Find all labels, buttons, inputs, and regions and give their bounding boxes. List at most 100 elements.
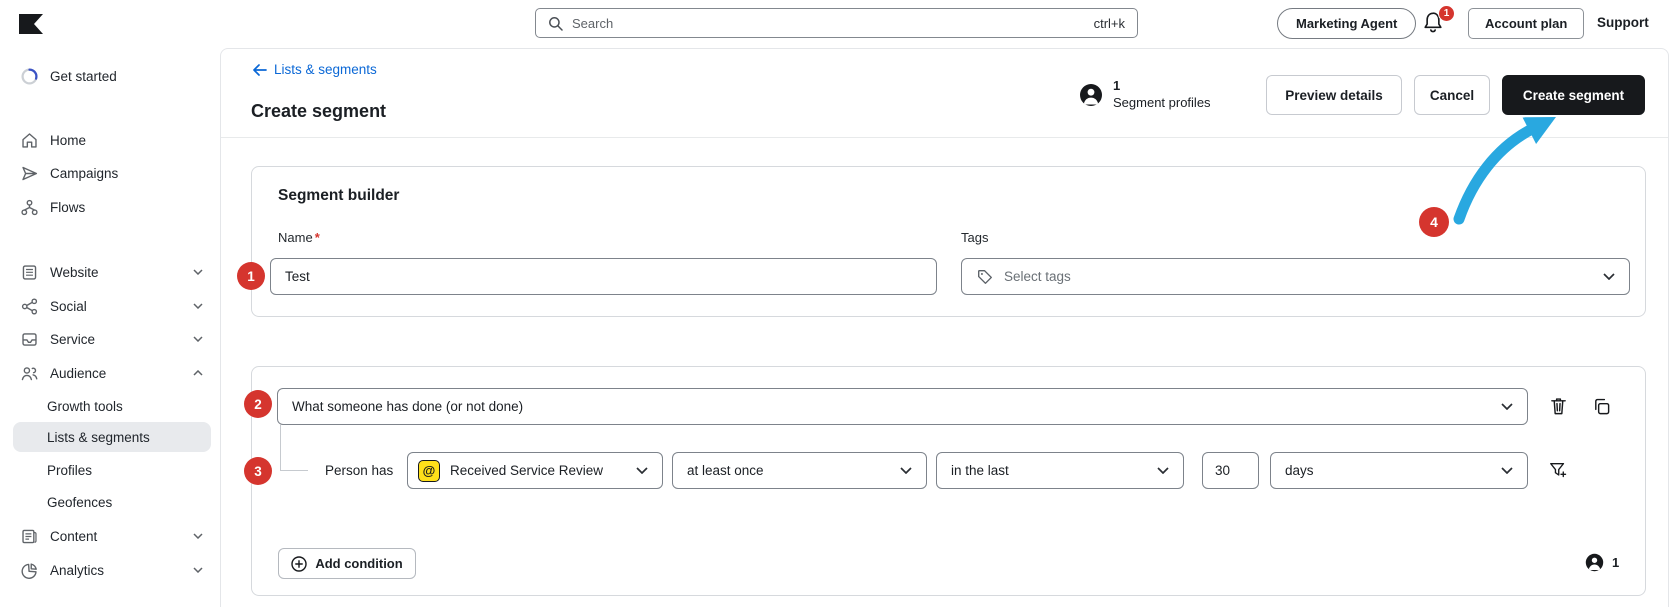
page-title: Create segment [251,101,387,121]
sidebar-item-audience[interactable]: Audience [20,361,106,385]
sidebar-label: Service [50,331,96,347]
main-panel: Lists & segments Create segment 1 Segmen… [220,48,1669,607]
tags-placeholder: Select tags [1004,269,1071,284]
search-icon [549,16,563,31]
condition-type-value: What someone has done (or not done) [292,399,524,414]
annotation-step-3: 3 [244,457,272,485]
account-plan-button[interactable]: Account plan [1468,8,1585,39]
annotation-step-1: 1 [237,262,265,290]
tags-select[interactable]: Select tags [961,258,1630,295]
timeframe-select[interactable]: in the last [936,452,1184,489]
notification-badge: 1 [1438,5,1455,22]
sidebar-label: Profiles [47,462,93,478]
event-value: Received Service Review [450,463,604,478]
frequency-select[interactable]: at least once [672,452,927,489]
filter-plus-icon [1550,462,1567,478]
search-input[interactable] [572,15,1085,31]
delete-condition-button[interactable] [1548,396,1568,416]
pie-chart-icon [21,562,37,579]
sidebar-item-website[interactable]: Website [20,260,99,284]
sidebar-label: Campaigns [50,165,119,181]
chevron-up-icon [193,370,203,376]
back-arrow-icon [253,63,267,76]
sidebar-item-get-started[interactable]: Get started [20,64,117,88]
sidebar-label: Growth tools [47,398,123,414]
unit-value: days [1285,463,1314,478]
sidebar-label: Website [50,264,99,280]
quantity-input[interactable] [1202,452,1259,489]
home-icon [22,132,37,148]
sidebar-item-analytics[interactable]: Analytics [20,558,104,582]
notifications-button[interactable]: 1 [1421,5,1455,40]
back-link-label: Lists & segments [274,62,377,77]
sidebar-item-lists-segments[interactable]: Lists & segments [47,425,150,449]
name-label-text: Name [278,230,313,245]
marketing-agent-button[interactable]: Marketing Agent [1277,8,1417,39]
search-shortcut: ctrl+k [1093,15,1125,31]
trash-icon [1550,398,1566,415]
profile-count: 1 [1113,78,1121,93]
sidebar-item-geofences[interactable]: Geofences [47,490,112,514]
sidebar-item-home[interactable]: Home [20,128,86,152]
chevron-down-icon [1157,467,1169,474]
sidebar-item-campaigns[interactable]: Campaigns [20,161,118,185]
profile-icon [1585,553,1604,572]
cancel-button[interactable]: Cancel [1414,75,1490,115]
required-asterisk: * [314,230,320,245]
tag-icon [978,269,992,284]
condition-type-select[interactable]: What someone has done (or not done) [277,388,1528,425]
chevron-down-icon [193,269,203,275]
annotation-step-4: 4 [1419,207,1449,237]
sidebar-label: Home [50,132,87,148]
frequency-value: at least once [687,463,764,478]
tags-label: Tags [961,230,989,245]
create-segment-button[interactable]: Create segment [1502,75,1645,115]
sidebar-label: Geofences [47,494,113,510]
share-icon [21,297,38,315]
chevron-down-icon [193,336,203,342]
service-review-event-icon: @ [418,459,440,482]
copy-icon [1594,398,1609,414]
condition-connector-line [280,425,308,471]
header-divider [221,137,1668,138]
unit-select[interactable]: days [1270,452,1528,489]
chevron-down-icon [1501,467,1513,474]
search-bar[interactable]: ctrl+k [535,8,1138,38]
sidebar-item-social[interactable]: Social [20,294,87,318]
chevron-down-icon [193,303,203,309]
condition-card: What someone has done (or not done) 2 3 … [244,366,1646,596]
preview-details-button[interactable]: Preview details [1266,75,1402,115]
annotation-step-2: 2 [244,390,272,418]
back-to-lists-link[interactable]: Lists & segments [252,62,377,77]
sidebar-label: Content [50,528,98,544]
sidebar-label: Analytics [50,562,105,578]
profile-icon [1080,84,1102,106]
chevron-down-icon [636,467,648,474]
content-icon [22,529,37,543]
timeframe-value: in the last [951,463,1009,478]
event-select[interactable]: @ Received Service Review [407,452,663,489]
chevron-down-icon [1501,403,1513,410]
chevron-down-icon [1603,273,1615,280]
add-condition-button[interactable]: Add condition [278,548,416,579]
sidebar-item-content[interactable]: Content [20,524,97,548]
sidebar-item-flows[interactable]: Flows [20,195,85,219]
top-bar: ctrl+k Marketing Agent 1 Account plan Su… [0,0,1677,48]
website-icon [22,264,37,280]
filter-condition-button[interactable] [1548,460,1568,480]
sidebar-label: Get started [50,68,117,84]
condition-profile-count: 1 [1585,553,1619,572]
support-link[interactable]: Support [1597,15,1649,30]
duplicate-condition-button[interactable] [1591,396,1611,416]
sidebar-item-growth-tools[interactable]: Growth tools [47,394,123,418]
flows-icon [21,199,38,215]
sidebar-item-service[interactable]: Service [20,327,95,351]
person-has-label: Person has [325,463,394,478]
sidebar-label: Flows [50,199,86,215]
sidebar: Get started Home Campaigns Flows Website [0,48,220,607]
klaviyo-logo-icon[interactable] [19,14,43,34]
segment-name-input[interactable] [270,258,937,295]
sidebar-label: Lists & segments [47,429,150,445]
sidebar-item-profiles[interactable]: Profiles [47,458,92,482]
sidebar-label: Audience [50,365,107,381]
